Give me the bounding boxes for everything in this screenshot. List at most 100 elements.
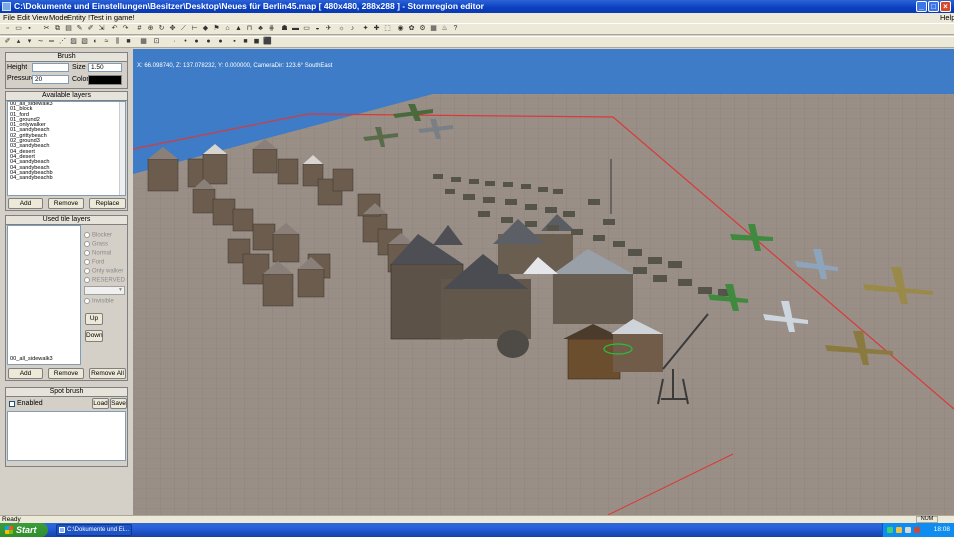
network-icon[interactable] <box>887 527 893 533</box>
menu-mode[interactable]: Mode <box>49 13 68 23</box>
security-icon[interactable] <box>896 527 902 533</box>
volume-icon[interactable] <box>905 527 911 533</box>
raise-icon[interactable]: ▴ <box>14 38 23 46</box>
move-up-button[interactable]: Up <box>85 313 103 325</box>
road-icon[interactable]: ⫼ <box>113 38 122 46</box>
brush-tool-icon[interactable]: ✐ <box>3 38 12 46</box>
terrain-icon[interactable]: ▲ <box>234 25 243 33</box>
ship-icon[interactable]: ◒ <box>313 25 322 33</box>
rotate-icon[interactable]: ↻ <box>157 25 166 33</box>
ruler-icon[interactable]: ⊢ <box>190 25 199 33</box>
brush-size-5-icon[interactable]: ● <box>216 38 225 46</box>
open-file-icon[interactable]: ▭ <box>14 25 23 33</box>
square-brush-1-icon[interactable]: ▪ <box>230 38 239 46</box>
zoom-icon[interactable]: ⊕ <box>146 25 155 33</box>
fence-icon[interactable]: ⋕ <box>267 25 276 33</box>
taskbar-item-editor[interactable]: C:\Dokumente und Ei... <box>56 524 132 536</box>
used-layer-item[interactable]: 00_all_sidewalk3 <box>10 356 53 362</box>
menu-test-in-game[interactable]: !Test in game! <box>88 13 135 23</box>
used-layers-list[interactable]: 00_all_sidewalk3 <box>7 225 81 365</box>
truck-icon[interactable]: ▭ <box>302 25 311 33</box>
available-layers-scrollbar[interactable] <box>119 102 125 195</box>
erase-icon[interactable]: ▧ <box>80 38 89 46</box>
mask-icon[interactable]: ⊡ <box>152 38 161 46</box>
tray-app-icon[interactable] <box>914 527 920 533</box>
available-layer-item[interactable]: 04_sandybeachb <box>8 175 125 181</box>
move-down-button[interactable]: Down <box>85 330 103 342</box>
layer-tool-icon[interactable]: ▦ <box>139 38 148 46</box>
help-icon[interactable]: ? <box>451 25 460 33</box>
tree-icon[interactable]: ♣ <box>256 25 265 33</box>
grass-radio[interactable]: Grass <box>84 241 108 248</box>
layer-type-dropdown[interactable]: ▼ <box>84 286 125 295</box>
close-button[interactable]: × <box>940 1 951 12</box>
light-icon[interactable]: ☼ <box>337 25 346 33</box>
3d-viewport[interactable]: X: 66.098740, Z: 137.078232, Y: 0.000000… <box>133 49 954 515</box>
new-file-icon[interactable]: ▫ <box>3 25 12 33</box>
soldier-icon[interactable]: ☗ <box>280 25 289 33</box>
add-layer-button[interactable]: Add <box>8 198 43 209</box>
blocker-radio[interactable]: Blocker <box>84 232 112 239</box>
water-icon[interactable]: ≈ <box>102 38 111 46</box>
brush-size-4-icon[interactable]: ● <box>204 38 213 46</box>
only-walker-radio[interactable]: Only walker <box>84 268 123 275</box>
redo-icon[interactable]: ↷ <box>121 25 130 33</box>
menu-edit[interactable]: Edit <box>17 13 30 23</box>
flag-icon[interactable]: ⚑ <box>212 25 221 33</box>
noise-icon[interactable]: ⋰ <box>58 38 67 46</box>
brush-size-2-icon[interactable]: • <box>181 38 190 46</box>
menu-file[interactable]: File <box>3 13 15 23</box>
replace-layer-button[interactable]: Replace <box>89 198 126 209</box>
maximize-button[interactable]: □ <box>928 1 939 12</box>
move-icon[interactable]: ✥ <box>168 25 177 33</box>
menu-help[interactable]: Help <box>940 13 954 23</box>
plane-icon[interactable]: ✈ <box>324 25 333 33</box>
remove-layer-button[interactable]: Remove <box>48 198 84 209</box>
fire-icon[interactable]: ♨ <box>440 25 449 33</box>
remove-used-layer-button[interactable]: Remove <box>48 368 84 379</box>
line-tool-icon[interactable]: ⟋ <box>179 25 188 33</box>
pressure-field[interactable]: 20 <box>32 75 69 84</box>
palette-icon[interactable]: ✿ <box>407 25 416 33</box>
square-brush-2-icon[interactable]: ■ <box>241 38 250 46</box>
minimize-button[interactable]: _ <box>916 1 927 12</box>
smooth-icon[interactable]: ∼ <box>36 38 45 46</box>
texture-icon[interactable]: ▦ <box>429 25 438 33</box>
normal-radio[interactable]: Normal <box>84 250 111 257</box>
enabled-checkbox[interactable] <box>9 401 15 407</box>
cut-icon[interactable]: ✂ <box>42 25 51 33</box>
height-field[interactable] <box>32 63 69 72</box>
shade-icon[interactable]: ◐ <box>91 38 100 46</box>
red-marker-icon[interactable]: ◆ <box>201 25 210 33</box>
square-brush-4-icon[interactable]: ⬛ <box>263 38 272 46</box>
invisible-checkbox[interactable]: Invisible <box>84 298 114 305</box>
clock[interactable]: 18:08 <box>934 523 950 537</box>
color-swatch-icon[interactable]: ■ <box>124 38 133 46</box>
waypoint-icon[interactable]: ✚ <box>372 25 381 33</box>
color-swatch[interactable] <box>88 75 122 85</box>
spot-brush-list[interactable] <box>7 411 126 461</box>
menu-view[interactable]: View <box>32 13 48 23</box>
load-button[interactable]: Load <box>92 398 109 409</box>
brush-size-3-icon[interactable]: ● <box>192 38 201 46</box>
paint-icon[interactable]: ▨ <box>69 38 78 46</box>
grid-icon[interactable]: # <box>135 25 144 33</box>
save-button[interactable]: Save <box>110 398 127 409</box>
brush-icon[interactable]: ✐ <box>86 25 95 33</box>
copy-icon[interactable]: ⧉ <box>53 25 62 33</box>
select-icon[interactable]: ⇲ <box>97 25 106 33</box>
lower-icon[interactable]: ▾ <box>25 38 34 46</box>
save-icon[interactable]: ▪ <box>25 25 34 33</box>
reserved-radio[interactable]: RESERVED <box>84 277 125 284</box>
trigger-icon[interactable]: ✦ <box>361 25 370 33</box>
menu-entity[interactable]: Entity <box>67 13 86 23</box>
size-field[interactable]: 1.50 <box>88 63 122 72</box>
add-used-layer-button[interactable]: Add <box>8 368 43 379</box>
tank-icon[interactable]: ▬ <box>291 25 300 33</box>
flatten-icon[interactable]: ═ <box>47 38 56 46</box>
pencil-icon[interactable]: ✎ <box>75 25 84 33</box>
start-button[interactable]: Start <box>0 523 48 537</box>
square-brush-3-icon[interactable]: ◼ <box>252 38 261 46</box>
remove-all-layers-button[interactable]: Remove All <box>89 368 126 379</box>
available-layers-list[interactable]: 00_all_sidewalk3 01_block 01_ford 01_ground… <box>7 101 126 196</box>
